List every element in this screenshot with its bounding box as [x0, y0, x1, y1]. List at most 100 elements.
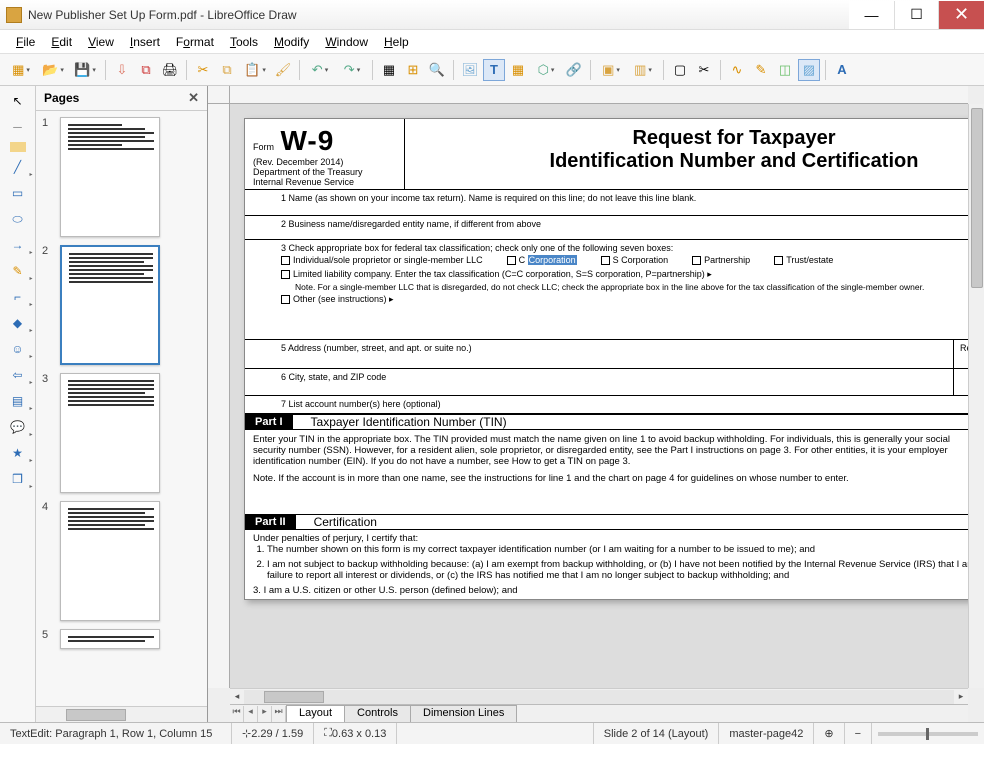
rect-tool[interactable]: ▭ — [7, 182, 29, 204]
textbox-button[interactable]: T — [483, 59, 505, 81]
chk-scorp[interactable]: S Corporation — [601, 255, 669, 265]
ellipse-tool[interactable]: ⬭ — [7, 208, 29, 230]
new-button[interactable]: ▦ — [6, 59, 36, 81]
format-paint-button[interactable]: 🖌 — [272, 59, 294, 81]
arrange-button[interactable]: ▥ — [628, 59, 658, 81]
table-button[interactable]: ▦ — [507, 59, 529, 81]
symbol-tool[interactable]: ☺ — [7, 338, 29, 360]
menu-format[interactable]: Format — [170, 32, 220, 52]
gluepoints-button[interactable]: ◫ — [774, 59, 796, 81]
pages-list[interactable]: 1 2 3 4 5 — [36, 111, 207, 706]
ruler-vertical[interactable] — [208, 104, 230, 688]
chk-trust[interactable]: Trust/estate — [774, 255, 833, 265]
fontwork-button[interactable]: ⬡ — [531, 59, 561, 81]
chk-individual[interactable]: Individual/sole proprietor or single-mem… — [281, 255, 483, 265]
main-area: ↖ ─ ╱ ▭ ⬭ → ✎ ⌐ ◆ ☺ ⇦ ▤ 💬 ★ ❒ Pages ✕ 1 … — [0, 86, 984, 722]
chk-partnership[interactable]: Partnership — [692, 255, 750, 265]
part1-label: Part I — [245, 415, 293, 429]
zoom-out[interactable]: − — [845, 723, 872, 744]
basic-shapes-tool[interactable]: ◆ — [7, 312, 29, 334]
page-thumb-5[interactable]: 5 — [42, 629, 201, 649]
close-button[interactable]: ✕ — [939, 1, 984, 29]
align-button[interactable]: ▣ — [596, 59, 626, 81]
menu-edit[interactable]: Edit — [45, 32, 78, 52]
pages-hscroll[interactable] — [36, 706, 207, 722]
tab-next[interactable]: ▸ — [258, 706, 272, 722]
chk-other[interactable] — [281, 295, 290, 304]
line-tool[interactable]: ╱ — [7, 156, 29, 178]
menu-view[interactable]: View — [82, 32, 120, 52]
main-toolbar: ▦ 📂 💾 ⇩ ⧉ 🖨 ✂ ⧉ 📋 🖌 ↶ ↷ ▦ ⊞ 🔍 🖼 T ▦ ⬡ 🔗 … — [0, 54, 984, 86]
open-button[interactable]: 📂 — [38, 59, 68, 81]
arrow-tool[interactable]: → — [7, 234, 29, 256]
paste-button[interactable]: 📋 — [240, 59, 270, 81]
undo-button[interactable]: ↶ — [305, 59, 335, 81]
curve-button[interactable]: ∿ — [726, 59, 748, 81]
flowchart-tool[interactable]: ▤ — [7, 390, 29, 412]
helplines-button[interactable]: ⊞ — [402, 59, 424, 81]
zoom-slider[interactable] — [878, 732, 978, 736]
page-thumb-2[interactable]: 2 — [42, 245, 201, 365]
save-button[interactable]: 💾 — [70, 59, 100, 81]
connector-tool[interactable]: ⌐ — [7, 286, 29, 308]
hyperlink-button[interactable]: 🔗 — [563, 59, 585, 81]
curve-tool[interactable]: ✎ — [7, 260, 29, 282]
menu-window[interactable]: Window — [319, 32, 374, 52]
ruler-horizontal[interactable] — [230, 86, 968, 104]
pdf-button[interactable]: ⧉ — [135, 59, 157, 81]
tab-prev[interactable]: ◂ — [244, 706, 258, 722]
status-size: ⛶ 0.63 x 0.13 — [314, 723, 397, 744]
tab-last[interactable]: ⏭ — [272, 706, 286, 722]
vscrollbar[interactable] — [968, 104, 984, 688]
menu-tools[interactable]: Tools — [224, 32, 264, 52]
select-tool[interactable]: ↖ — [7, 90, 29, 112]
extrusion-button[interactable]: ▨ — [798, 59, 820, 81]
tab-dimension[interactable]: Dimension Lines — [410, 705, 517, 722]
line-color-tool[interactable]: ─ — [7, 116, 29, 138]
edit-points-button[interactable]: ✎ — [750, 59, 772, 81]
page-thumb-1[interactable]: 1 — [42, 117, 201, 237]
export-button[interactable]: ⇩ — [111, 59, 133, 81]
menu-file[interactable]: File — [10, 32, 41, 52]
zoom-button[interactable]: 🔍 — [426, 59, 448, 81]
image-button[interactable]: 🖼 — [459, 59, 481, 81]
menu-insert[interactable]: Insert — [124, 32, 166, 52]
form-prefix: Form — [253, 142, 274, 152]
titlebar: New Publisher Set Up Form.pdf - LibreOff… — [0, 0, 984, 30]
left-toolbar: ↖ ─ ╱ ▭ ⬭ → ✎ ⌐ ◆ ☺ ⇦ ▤ 💬 ★ ❒ — [0, 86, 36, 722]
redo-button[interactable]: ↷ — [337, 59, 367, 81]
block-arrow-tool[interactable]: ⇦ — [7, 364, 29, 386]
status-master[interactable]: master-page42 — [719, 723, 814, 744]
star-tool[interactable]: ★ — [7, 442, 29, 464]
menu-help[interactable]: Help — [378, 32, 415, 52]
maximize-button[interactable]: ☐ — [894, 1, 939, 29]
cut-button[interactable]: ✂ — [192, 59, 214, 81]
shadow-button[interactable]: ▢ — [669, 59, 691, 81]
page-thumb-4[interactable]: 4 — [42, 501, 201, 621]
chk-ccorp[interactable]: C Corporation — [507, 255, 577, 265]
copy-button[interactable]: ⧉ — [216, 59, 238, 81]
document-page[interactable]: Print or type See Specific Instructions … — [244, 118, 968, 600]
menu-modify[interactable]: Modify — [268, 32, 315, 52]
fill-tool[interactable] — [10, 142, 26, 152]
page-thumb-3[interactable]: 3 — [42, 373, 201, 493]
print-button[interactable]: 🖨 — [159, 59, 181, 81]
hscrollbar[interactable]: ◂ ▸ — [230, 688, 968, 704]
tab-first[interactable]: ⏮ — [230, 706, 244, 722]
form-code: W-9 — [281, 125, 335, 156]
cert-intro: Under penalties of perjury, I certify th… — [253, 533, 968, 544]
minimize-button[interactable]: — — [849, 1, 894, 29]
grid-button[interactable]: ▦ — [378, 59, 400, 81]
canvas-area: Print or type See Specific Instructions … — [208, 86, 984, 722]
tab-controls[interactable]: Controls — [344, 705, 411, 722]
crop-button[interactable]: ✂ — [693, 59, 715, 81]
pages-close-icon[interactable]: ✕ — [188, 90, 199, 106]
callout-tool[interactable]: 💬 — [7, 416, 29, 438]
fontwork-a-button[interactable]: A — [831, 59, 853, 81]
document-viewport[interactable]: Print or type See Specific Instructions … — [230, 104, 968, 688]
tab-layout[interactable]: Layout — [286, 705, 345, 722]
fit-page-button[interactable]: ⊕ — [814, 723, 844, 744]
ruler-corner — [208, 86, 230, 104]
3d-tool[interactable]: ❒ — [7, 468, 29, 490]
chk-llc[interactable] — [281, 270, 290, 279]
